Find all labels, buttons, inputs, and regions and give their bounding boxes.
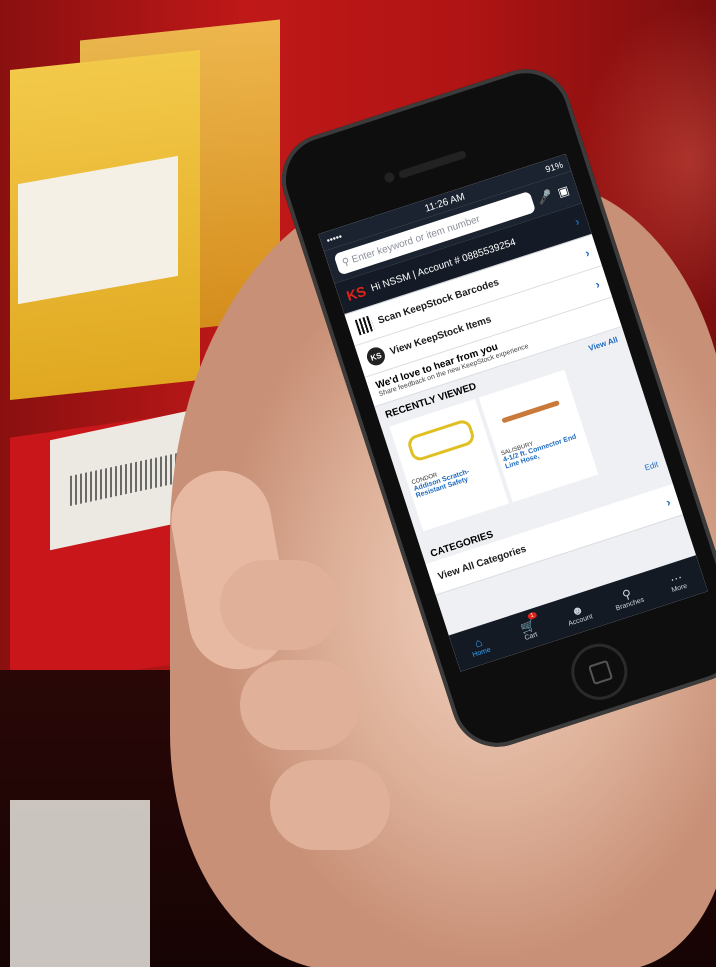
home-square-icon xyxy=(588,659,614,686)
hose-image xyxy=(501,399,560,423)
phone: ••••• 11:26 AM 91% ⚲ Enter keyword or it… xyxy=(150,57,716,870)
signal-icon: ••••• xyxy=(325,231,344,246)
goggles-image xyxy=(405,417,477,463)
phone-body: ••••• 11:26 AM 91% ⚲ Enter keyword or it… xyxy=(270,57,716,759)
camera-icon xyxy=(383,171,396,184)
chevron-right-icon: › xyxy=(664,494,673,510)
chevron-right-icon: › xyxy=(593,277,602,292)
camera-icon[interactable]: ▣ xyxy=(556,183,571,200)
microphone-icon[interactable]: 🎤 xyxy=(536,188,555,206)
cart-badge: 1 xyxy=(526,611,538,621)
earpiece xyxy=(397,149,467,180)
chevron-right-icon: › xyxy=(573,214,582,229)
app-screen: ••••• 11:26 AM 91% ⚲ Enter keyword or it… xyxy=(318,153,708,672)
battery-level: 91% xyxy=(544,159,565,175)
ks-logo: KS xyxy=(345,283,368,304)
home-button[interactable] xyxy=(564,636,635,708)
tab-label: Home xyxy=(471,645,492,659)
keepstock-icon: KS xyxy=(364,345,388,368)
tab-more[interactable]: ⋯ More xyxy=(647,555,708,607)
chevron-right-icon: › xyxy=(583,245,592,261)
lower-box xyxy=(10,800,150,967)
barcode-icon xyxy=(354,315,375,336)
